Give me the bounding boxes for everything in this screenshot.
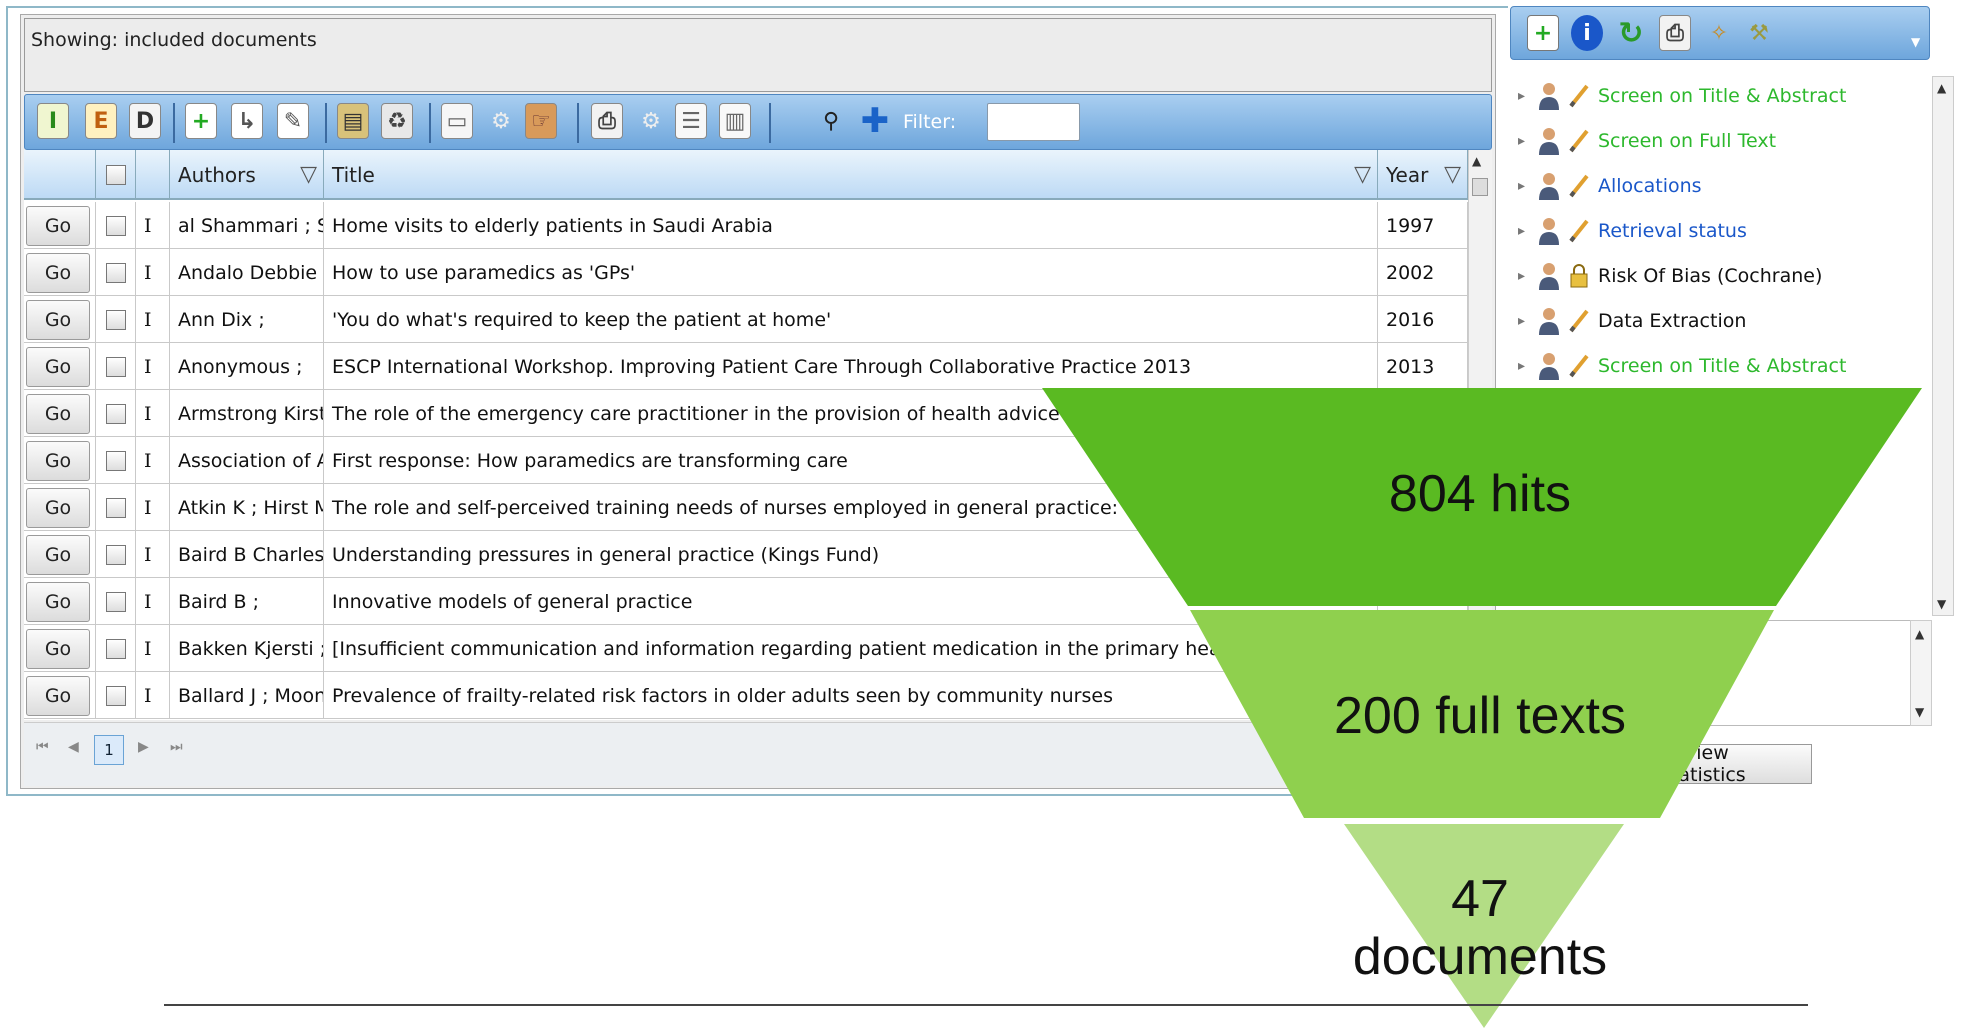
- divider-line: [164, 1004, 1808, 1006]
- funnel-documents-word: documents: [1352, 928, 1608, 986]
- funnel-full-texts-label: 200 full texts: [1334, 687, 1626, 745]
- funnel-documents-label: 47 documents: [1280, 870, 1680, 986]
- funnel-documents-count: 47: [1451, 870, 1509, 928]
- app-root: Showing: included documents I E D + ↳ ✎ …: [0, 0, 1975, 1028]
- funnel-hits-label: 804 hits: [1388, 465, 1572, 523]
